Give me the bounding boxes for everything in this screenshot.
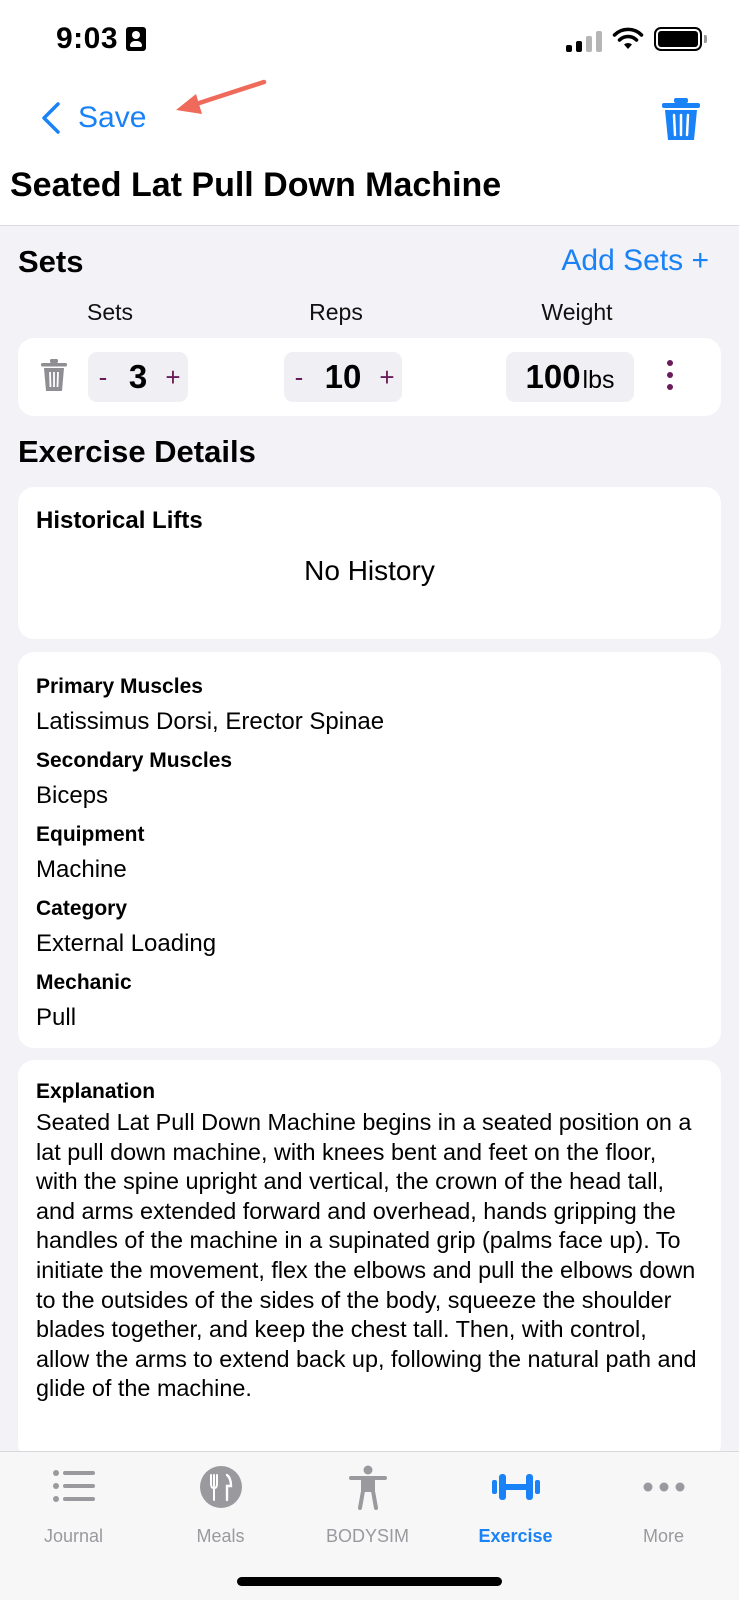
back-label: Save	[78, 101, 147, 134]
explanation-label: Explanation	[36, 1080, 156, 1103]
fork-knife-icon	[199, 1466, 242, 1508]
header: 9:03 Save Seated Lat Pull Down Machine	[0, 0, 739, 226]
set-row: - 3 + - 10 + 100 lbs	[18, 338, 721, 416]
mechanic-value: Pull	[36, 1004, 77, 1031]
no-history-text: No History	[304, 555, 435, 586]
reps-value[interactable]: 10	[314, 358, 372, 396]
weight-value: 100	[525, 358, 581, 395]
equipment-label: Equipment	[36, 823, 145, 846]
sets-stepper: - 3 +	[88, 352, 188, 402]
sets-decrement-button[interactable]: -	[88, 362, 118, 393]
exercise-details-title: Exercise Details	[18, 434, 256, 469]
dumbbell-icon	[491, 1474, 540, 1500]
secondary-muscles-value: Biceps	[36, 782, 109, 809]
add-sets-button[interactable]: Add Sets +	[561, 244, 709, 278]
battery-icon	[654, 27, 707, 51]
tab-label-more: More	[642, 1526, 684, 1546]
delete-exercise-trash-icon[interactable]	[660, 96, 702, 142]
category-value: External Loading	[36, 930, 217, 957]
reps-increment-button[interactable]: +	[372, 362, 402, 393]
tab-meals[interactable]: Meals	[147, 1452, 294, 1562]
column-header-sets: Sets	[86, 299, 134, 325]
column-header-reps: Reps	[309, 299, 363, 325]
cellular-signal-icon	[566, 30, 602, 52]
delete-set-trash-icon[interactable]	[40, 358, 68, 392]
annotation-arrow-icon	[176, 79, 267, 114]
tab-exercise[interactable]: Exercise	[442, 1452, 589, 1562]
category-label: Category	[36, 897, 128, 920]
explanation-card: Explanation Seated Lat Pull Down Machine…	[18, 1060, 721, 1460]
historical-lifts-card: Historical Lifts No History	[18, 487, 721, 639]
screen: 9:03 Save Seated Lat Pull Down Machine S…	[0, 0, 739, 1600]
reps-decrement-button[interactable]: -	[284, 362, 314, 393]
contact-card-icon	[126, 27, 146, 51]
back-save-button[interactable]: Save	[32, 96, 146, 140]
chevron-left-icon	[42, 102, 60, 134]
secondary-muscles-label: Secondary Muscles	[36, 749, 233, 772]
tab-more[interactable]: More	[590, 1452, 737, 1562]
home-indicator[interactable]	[237, 1577, 502, 1586]
body-icon	[348, 1465, 387, 1510]
primary-muscles-value: Latissimus Dorsi, Erector Spinae	[36, 708, 385, 735]
sets-section-title: Sets	[18, 244, 84, 279]
reps-stepper: - 10 +	[284, 352, 402, 402]
explanation-text: Seated Lat Pull Down Machine begins in a…	[36, 1109, 697, 1402]
page-title: Seated Lat Pull Down Machine	[10, 166, 502, 204]
tab-label-bodysim: BODYSIM	[325, 1526, 409, 1546]
mechanic-label: Mechanic	[36, 971, 132, 994]
sets-value[interactable]: 3	[118, 358, 158, 396]
tab-label-exercise: Exercise	[478, 1526, 553, 1546]
weight-field[interactable]: 100 lbs	[506, 352, 634, 402]
exercise-info-card: Primary Muscles Latissimus Dorsi, Erecto…	[18, 652, 721, 1048]
tab-label-journal: Journal	[43, 1526, 104, 1546]
tab-bodysim[interactable]: BODYSIM	[294, 1452, 441, 1562]
wifi-icon	[612, 27, 644, 49]
set-options-ellipsis-icon[interactable]	[664, 360, 676, 394]
historical-lifts-label: Historical Lifts	[36, 507, 203, 534]
tab-label-meals: Meals	[196, 1526, 245, 1546]
status-time: 9:03	[56, 22, 119, 55]
column-header-weight: Weight	[541, 299, 613, 325]
ellipsis-icon	[643, 1482, 684, 1492]
list-icon	[52, 1470, 95, 1502]
weight-unit: lbs	[582, 366, 615, 394]
tab-journal[interactable]: Journal	[0, 1452, 147, 1562]
sets-increment-button[interactable]: +	[158, 362, 188, 393]
primary-muscles-label: Primary Muscles	[36, 675, 203, 698]
equipment-value: Machine	[36, 856, 127, 883]
